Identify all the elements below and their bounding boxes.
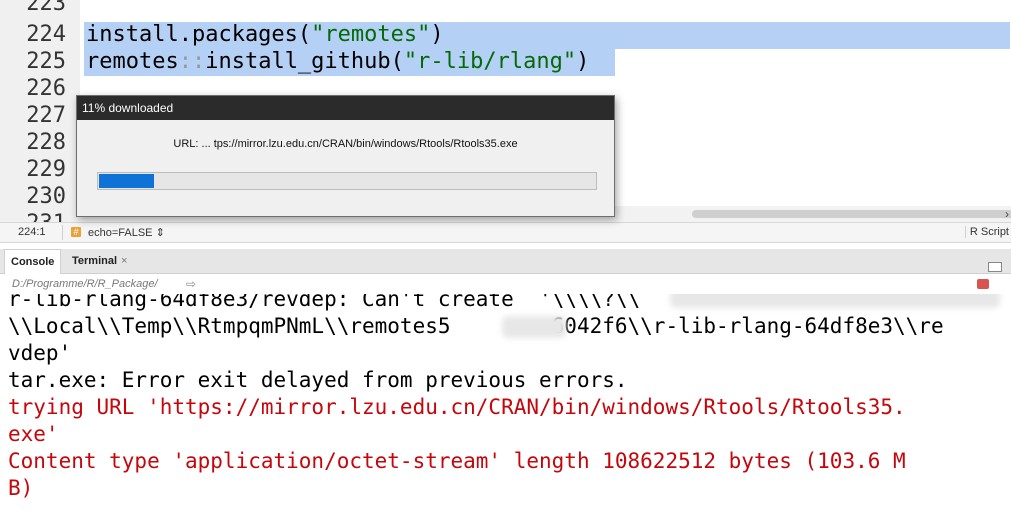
scrollbar-thumb[interactable] — [692, 210, 1011, 218]
code-line[interactable]: 224 install.packages("remotes") — [0, 21, 1011, 48]
progress-fill — [99, 174, 154, 188]
tab-terminal-label: Terminal — [72, 255, 118, 267]
clear-console-icon[interactable] — [977, 279, 989, 289]
code-paren: ) — [576, 49, 590, 74]
code-paren: ) — [430, 22, 444, 47]
line-number: 230 — [26, 184, 66, 209]
download-url: URL: ... tps://mirror.lzu.edu.cn/CRAN/bi… — [173, 138, 518, 150]
download-progress-bar — [97, 172, 597, 190]
code-string: "r-lib/rlang" — [403, 49, 577, 74]
code-line[interactable]: 225 remotes::install_github("r-lib/rlang… — [0, 48, 1011, 75]
console-output[interactable]: r-lib-rlang-64df8e3/revdep: Can't create… — [0, 294, 1011, 515]
line-number: 224 — [26, 22, 66, 47]
close-icon[interactable]: × — [121, 255, 127, 267]
console-line: \\Local\\Temp\\RtmpqmPNmL\\remotes5 6042… — [8, 314, 944, 338]
go-to-directory-icon[interactable]: ⇨ — [186, 277, 196, 291]
console-line: r-lib-rlang-64df8e3/revdep: Can't create… — [8, 294, 641, 311]
tab-terminal[interactable]: Terminal × — [66, 249, 133, 273]
maximize-pane-button[interactable] — [988, 262, 1002, 272]
updown-chevron-icon: ⇕ — [155, 227, 165, 239]
console-line: Content type 'application/octet-stream' … — [8, 449, 906, 473]
code-line[interactable]: 223 — [0, 0, 1011, 17]
line-number: 227 — [26, 103, 66, 128]
editor-status-bar: 224:1 # echo=FALSE ⇕ R Script — [0, 222, 1011, 243]
line-number: 231 — [0, 210, 66, 222]
dialog-title-bar[interactable]: 11% downloaded — [77, 96, 614, 120]
console-line: trying URL 'https://mirror.lzu.edu.cn/CR… — [8, 395, 906, 419]
redacted-region — [502, 316, 566, 338]
console-line: vdep' — [8, 341, 72, 365]
code-package: remotes — [86, 49, 179, 74]
download-progress-dialog: 11% downloaded URL: ... tps://mirror.lzu… — [76, 95, 615, 217]
console-line: exe' — [8, 422, 59, 446]
tab-console-label: Console — [11, 256, 55, 268]
line-number: 223 — [26, 0, 66, 16]
file-type-selector[interactable]: R Script — [964, 226, 1009, 238]
line-number: 225 — [26, 49, 66, 74]
console-line: tar.exe: Error exit delayed from previou… — [8, 368, 628, 392]
working-directory: D:/Programme/R/R_Package/ — [12, 278, 158, 290]
console-line: B) — [8, 476, 34, 500]
cursor-position: 224:1 — [18, 226, 46, 238]
chunk-option-label: echo=FALSE — [88, 227, 153, 239]
tab-console[interactable]: Console — [4, 249, 62, 274]
dialog-title: 11% downloaded — [82, 101, 174, 115]
console-pane-tabs: Console Terminal × — [0, 249, 1011, 274]
code-function: install.packages( — [86, 22, 312, 47]
code-function: install_github( — [205, 49, 404, 74]
code-operator: :: — [178, 49, 206, 74]
working-directory-bar: D:/Programme/R/R_Package/ ⇨ — [0, 274, 1011, 294]
line-number: 229 — [26, 157, 66, 182]
status-divider — [62, 225, 63, 240]
line-number: 228 — [26, 130, 66, 155]
chunk-hash-icon: # — [71, 227, 81, 237]
line-number: 226 — [26, 76, 66, 101]
code-string: "remotes" — [311, 22, 431, 47]
chunk-option-dropdown[interactable]: echo=FALSE ⇕ — [88, 226, 165, 239]
scroll-right-icon[interactable]: › — [1005, 206, 1009, 222]
redacted-region — [670, 294, 1000, 308]
